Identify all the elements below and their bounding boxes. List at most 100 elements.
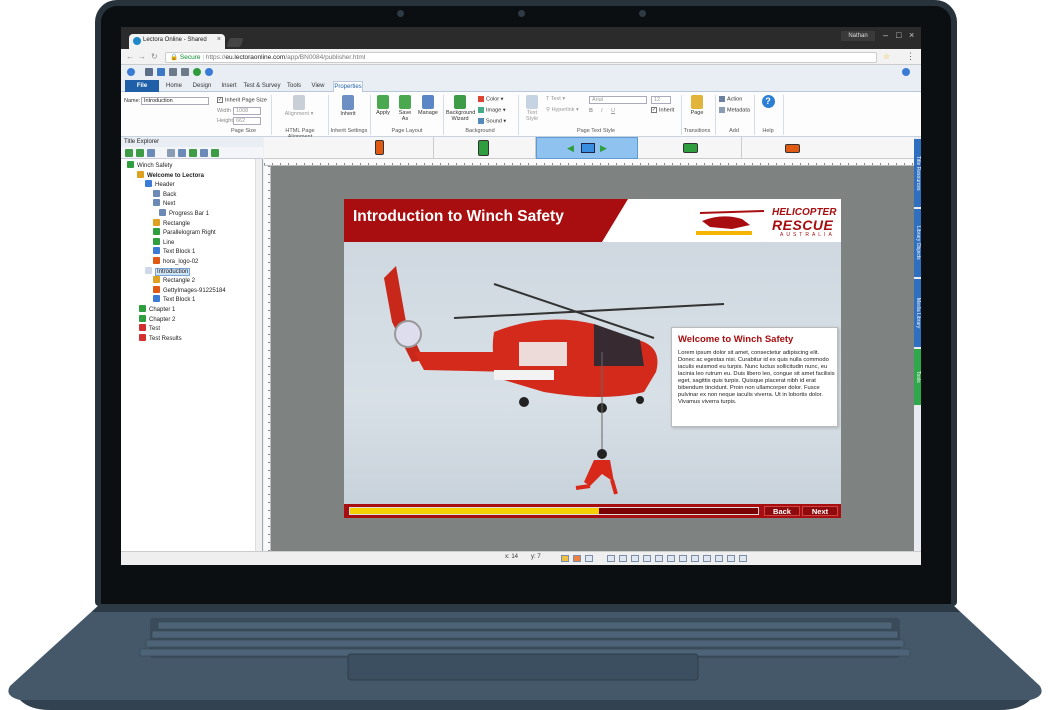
tree-item[interactable]: Rectangle 2 <box>153 276 195 285</box>
align-right-icon[interactable] <box>631 555 639 562</box>
app-logo-icon[interactable] <box>127 68 135 76</box>
tab-tools[interactable]: Tools <box>283 81 305 92</box>
tree-item[interactable]: Line <box>153 237 174 247</box>
tree-item[interactable]: Introduction <box>145 266 191 276</box>
tree-item[interactable]: Chapter 2 <box>139 314 175 324</box>
filter-icon[interactable] <box>200 149 208 157</box>
device-tablet-portrait[interactable] <box>434 137 536 159</box>
tree-item[interactable]: Test <box>139 324 160 333</box>
tree-item[interactable]: Text Block 1 <box>153 247 195 256</box>
prev-device-icon[interactable]: ◀ <box>567 143 574 154</box>
alignment-button[interactable]: Alignment ▾ <box>281 95 317 117</box>
address-bar[interactable]: 🔒 Secure | https://eu.lectoraonline.com/… <box>165 52 877 63</box>
name-field[interactable]: Introduction <box>141 97 209 105</box>
inherit-page-size-checkbox[interactable]: ✓ Inherit Page Size <box>217 97 267 103</box>
tree-item[interactable]: Next <box>153 199 175 208</box>
device-desktop[interactable]: ◀ ▶ <box>536 137 638 159</box>
undo-icon[interactable] <box>157 68 165 76</box>
align-left-icon[interactable] <box>607 555 615 562</box>
hyperlink-dropdown[interactable]: ⚲ Hyperlink ▾ <box>546 107 579 113</box>
same-height-icon[interactable] <box>691 555 699 562</box>
apply-layout-button[interactable]: Apply <box>373 95 393 116</box>
background-wizard-button[interactable]: Background Wizard <box>446 95 475 122</box>
tab-media-library[interactable]: Media Library <box>914 279 921 347</box>
height-field[interactable]: 662 <box>233 117 261 125</box>
inherit-button[interactable]: Inherit <box>333 95 363 117</box>
align-center-icon[interactable] <box>619 555 627 562</box>
center-on-page-icon[interactable] <box>739 555 747 562</box>
collapse-all-icon[interactable] <box>136 149 144 157</box>
italic-button[interactable]: I <box>601 108 603 114</box>
tree-item[interactable]: GettyImages-91225184 <box>153 285 226 295</box>
progress-bar[interactable] <box>349 507 759 515</box>
tree-item[interactable]: hora_logo-02 <box>153 257 198 266</box>
print-icon[interactable] <box>181 68 189 76</box>
move-up-icon[interactable] <box>147 149 155 157</box>
align-bottom-icon[interactable] <box>667 555 675 562</box>
tab-home[interactable]: Home <box>161 81 187 92</box>
save-layout-button[interactable]: Save As <box>395 95 415 122</box>
tab-view[interactable]: View <box>307 81 329 92</box>
back-button[interactable]: Back <box>764 506 800 516</box>
tree-item[interactable]: Back <box>153 189 176 199</box>
tree-item[interactable]: Progress Bar 1 <box>159 209 209 218</box>
tree-item[interactable]: Test Results <box>139 333 182 343</box>
next-button[interactable]: Next <box>802 506 838 516</box>
expand-all-icon[interactable] <box>125 149 133 157</box>
back-arrow-icon[interactable]: ← <box>126 52 134 62</box>
font-select[interactable]: Arial <box>589 96 647 104</box>
help-small-icon[interactable] <box>902 68 910 76</box>
device-tablet-landscape[interactable] <box>638 137 742 159</box>
tree-item[interactable]: Parallelogram Right <box>153 228 216 237</box>
snap-grid-icon[interactable] <box>561 555 569 562</box>
reload-icon[interactable]: ↻ <box>151 52 158 62</box>
page-transition-button[interactable]: Page <box>686 95 708 116</box>
close-tab-icon[interactable]: × <box>217 36 221 43</box>
distribute-horizontal-icon[interactable] <box>715 555 723 562</box>
tab-library-objects[interactable]: Library Objects <box>914 209 921 277</box>
help-button[interactable]: ? <box>759 95 777 109</box>
distribute-vertical-icon[interactable] <box>727 555 735 562</box>
width-field[interactable]: 1008 <box>233 107 261 115</box>
tree-item[interactable]: Welcome to Lectora <box>137 170 204 180</box>
tab-tools-panel[interactable]: Tools <box>914 349 921 405</box>
star-icon[interactable]: ☆ <box>883 52 890 62</box>
welcome-text-block[interactable]: Welcome to Winch Safety Lorem ipsum dolo… <box>671 327 838 427</box>
add-action-button[interactable]: Action <box>719 96 742 102</box>
outdent-icon[interactable] <box>189 149 197 157</box>
bold-button[interactable]: B <box>589 108 593 114</box>
add-metadata-button[interactable]: Metadata <box>719 107 750 113</box>
explorer-scrollbar[interactable] <box>255 159 262 551</box>
text-dropdown[interactable]: T Text ▾ <box>546 96 565 102</box>
publish-icon[interactable] <box>205 68 213 76</box>
close-window-icon[interactable]: × <box>909 30 914 40</box>
save-icon[interactable] <box>145 68 153 76</box>
text-style-button[interactable]: Text Style <box>521 95 543 122</box>
tree-item[interactable]: Header <box>145 180 175 189</box>
same-width-icon[interactable] <box>679 555 687 562</box>
browser-menu-icon[interactable]: ⋮ <box>906 51 915 62</box>
same-size-icon[interactable] <box>703 555 711 562</box>
tab-design[interactable]: Design <box>188 81 216 92</box>
maximize-icon[interactable]: □ <box>896 30 901 40</box>
tab-properties[interactable]: Properties <box>333 81 363 92</box>
underline-button[interactable]: U <box>611 108 615 114</box>
indent-icon[interactable] <box>178 149 186 157</box>
font-size-select[interactable]: 12 <box>651 96 671 104</box>
next-device-icon[interactable]: ▶ <box>600 143 607 154</box>
manage-layout-button[interactable]: Manage <box>416 95 440 116</box>
guides-icon[interactable] <box>585 555 593 562</box>
tab-file[interactable]: File <box>125 80 159 92</box>
tab-insert[interactable]: Insert <box>217 81 241 92</box>
tree-item[interactable]: Rectangle <box>153 218 190 228</box>
view-icon[interactable] <box>211 149 219 157</box>
course-page[interactable]: Introduction to Winch Safety HELICOPTER … <box>344 199 841 518</box>
align-top-icon[interactable] <box>643 555 651 562</box>
tab-title-resources[interactable]: Title Resources <box>914 139 921 207</box>
run-icon[interactable] <box>193 68 201 76</box>
new-tab-button[interactable] <box>226 38 244 47</box>
inherit-text-checkbox[interactable]: ✓ Inherit <box>651 107 674 113</box>
tab-test-survey[interactable]: Test & Survey <box>242 81 282 92</box>
color-dropdown[interactable]: Color ▾ <box>478 96 503 102</box>
device-phone-portrait[interactable] <box>264 137 434 159</box>
